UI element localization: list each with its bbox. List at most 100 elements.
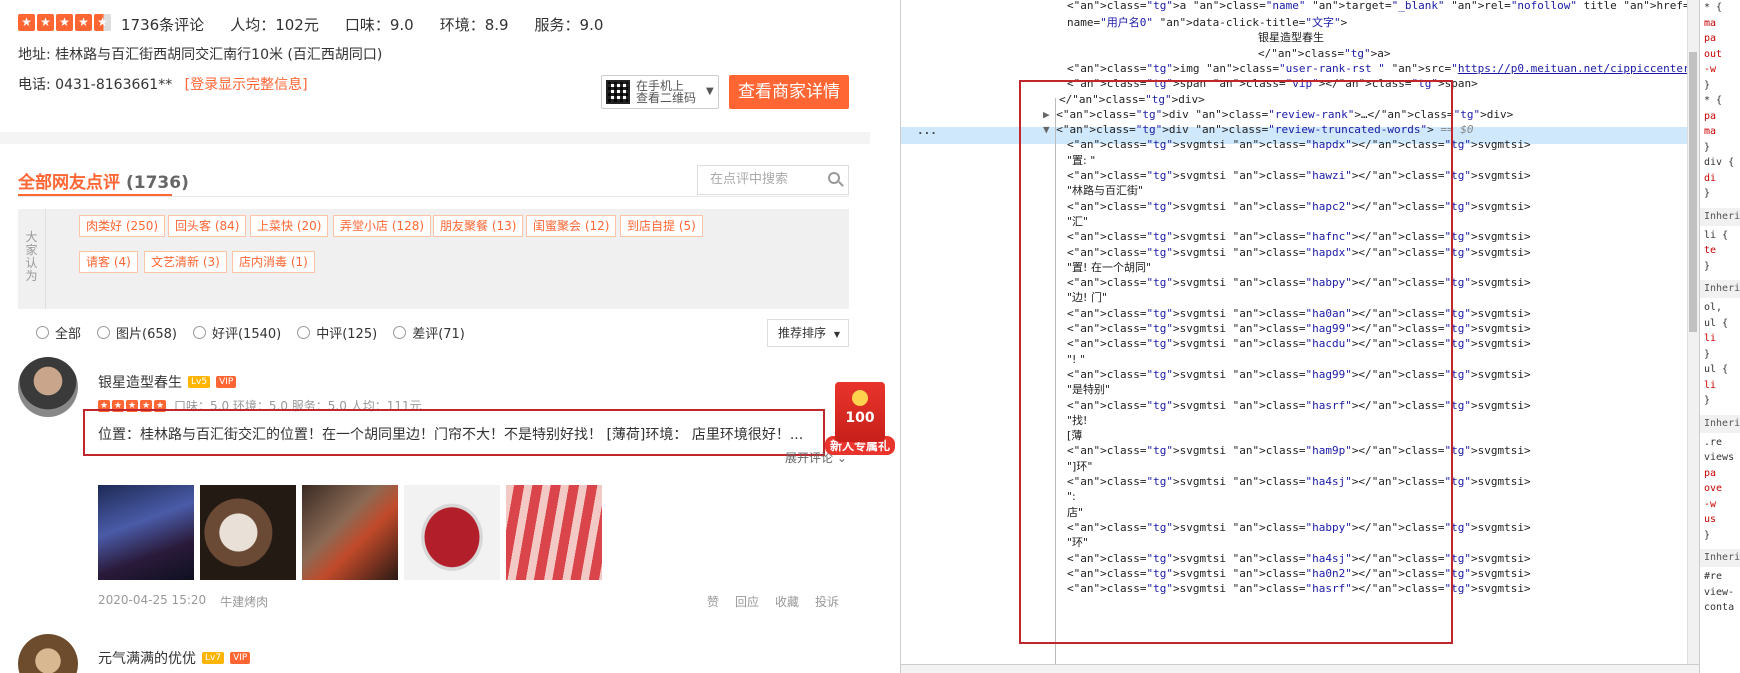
review-photo[interactable] <box>506 485 602 580</box>
style-rule-line[interactable]: .re <box>1704 437 1722 448</box>
review-user: 银星造型春生 Lv5 VIP <box>98 372 237 392</box>
radio-icon[interactable] <box>393 326 407 339</box>
review-photo[interactable] <box>404 485 500 580</box>
review-tag[interactable]: 文艺清新 (3) <box>144 251 227 273</box>
style-rule-line[interactable]: li <box>1704 333 1716 344</box>
scrollbar-thumb[interactable] <box>1689 52 1697 332</box>
reviews-divider <box>18 196 849 197</box>
review-shop-name[interactable]: 牛建烤肉 <box>220 593 268 610</box>
review-action[interactable]: 赞 <box>707 593 719 610</box>
style-rule-line[interactable]: } <box>1704 142 1710 153</box>
style-rule-line[interactable]: view- <box>1704 587 1734 598</box>
review-action[interactable]: 回应 <box>735 593 759 610</box>
review-tag[interactable]: 到店自提 (5) <box>620 215 703 237</box>
qr-code-icon <box>606 80 630 104</box>
style-rule-line[interactable]: pa <box>1704 33 1716 44</box>
style-rule-line[interactable]: di <box>1704 173 1716 184</box>
reviews-title-text: 全部网友点评 <box>18 173 120 193</box>
style-rule-line[interactable]: } <box>1704 395 1710 406</box>
style-rule-line[interactable]: ol, <box>1704 302 1722 313</box>
style-rule-line[interactable]: } <box>1704 349 1710 360</box>
style-rule-line[interactable]: out <box>1704 49 1722 60</box>
tag-side-label: 大家认为 <box>18 209 46 309</box>
style-rule-line[interactable]: ove <box>1704 483 1722 494</box>
user-name[interactable]: 银星造型春生 <box>98 372 182 392</box>
style-rule-line[interactable]: } <box>1704 261 1710 272</box>
horizontal-scrollbar[interactable] <box>901 664 1699 673</box>
qr-line2: 查看二维码 <box>636 91 697 105</box>
review-tag[interactable]: 肉类好 (250) <box>79 215 166 237</box>
filter-option[interactable]: 差评(71) <box>393 323 465 342</box>
promo-amount: 100 <box>845 410 875 426</box>
style-rule-line[interactable]: } <box>1704 530 1710 541</box>
sort-dropdown[interactable]: 推荐排序 ▼ <box>767 319 849 347</box>
review-tag[interactable]: 店内消毒 (1) <box>232 251 315 273</box>
review-photo[interactable] <box>200 485 296 580</box>
review-tag[interactable]: 回头客 (84) <box>168 215 247 237</box>
style-rule-line[interactable]: } <box>1704 80 1710 91</box>
search-icon[interactable] <box>828 172 840 184</box>
qr-label: 在手机上 查看二维码 <box>636 80 696 104</box>
style-rule-line[interactable]: ul { <box>1704 318 1728 329</box>
review-photo[interactable] <box>302 485 398 580</box>
radio-icon[interactable] <box>36 326 49 339</box>
style-rule-line[interactable]: #re <box>1704 571 1722 582</box>
more-icon[interactable]: ··· <box>917 127 937 140</box>
user-name[interactable]: 元气满满的优优 <box>98 648 196 668</box>
style-rule-line[interactable]: Inheri <box>1700 280 1740 298</box>
vip-badge: VIP <box>216 376 237 388</box>
style-rule-line[interactable]: pa <box>1704 111 1716 122</box>
shop-detail-button[interactable]: 查看商家详情 <box>729 75 849 109</box>
radio-icon[interactable] <box>297 326 311 339</box>
style-rule-line[interactable]: views <box>1704 452 1734 463</box>
style-rule-line[interactable]: * { <box>1704 95 1722 106</box>
filter-label: 全部 <box>55 327 82 342</box>
review-tag[interactable]: 朋友聚餐 (13) <box>433 215 524 237</box>
reviews-total: (1736) <box>126 173 189 193</box>
review-tag[interactable]: 上菜快 (20) <box>250 215 329 237</box>
style-rule-line[interactable]: -w <box>1704 64 1716 75</box>
filter-option[interactable]: 好评(1540) <box>192 323 281 342</box>
qr-code-button[interactable]: 在手机上 查看二维码 ▼ <box>601 75 719 109</box>
user-level-badge: Lv5 <box>188 376 211 388</box>
dom-node-line[interactable]: <"an">class="tg">a "an">class="name" "an… <box>1067 0 1740 14</box>
filter-option[interactable]: 全部 <box>36 323 81 342</box>
review-tag[interactable]: 请客 (4) <box>79 251 138 273</box>
style-rule-line[interactable]: * { <box>1704 2 1722 13</box>
style-rule-line[interactable]: conta <box>1704 602 1734 613</box>
review-count: 1736条评论 <box>121 16 205 34</box>
style-rule-line[interactable]: te <box>1704 245 1716 256</box>
filter-label: 差评(71) <box>412 327 465 342</box>
radio-icon[interactable] <box>97 326 111 339</box>
style-rule-line[interactable]: Inheri <box>1700 549 1740 567</box>
review-tag[interactable]: 闺蜜聚会 (12) <box>526 215 617 237</box>
new-user-gift-badge[interactable]: 100 新人专属礼 <box>825 382 895 458</box>
star-icon: ★ <box>56 14 73 31</box>
avatar[interactable] <box>18 634 78 673</box>
review-photo[interactable] <box>98 485 194 580</box>
filter-option[interactable]: 图片(658) <box>97 323 177 342</box>
style-rule-line[interactable]: div { <box>1704 157 1734 168</box>
reviews-title[interactable]: 全部网友点评 (1736) <box>18 168 189 193</box>
caret-down-icon: ▼ <box>706 86 714 97</box>
style-rule-line[interactable]: Inheri <box>1700 207 1740 226</box>
style-rule-line[interactable]: li { <box>1704 230 1728 241</box>
style-rule-line[interactable]: li <box>1704 380 1716 391</box>
review-tag[interactable]: 弄堂小店 (128) <box>333 215 432 237</box>
rating-stars: ★ ★ ★ ★ ★ 1736条评论 <box>18 14 204 35</box>
style-rule-line[interactable]: ma <box>1704 126 1716 137</box>
style-rule-line[interactable]: Inheri <box>1700 414 1740 433</box>
style-rule-line[interactable]: } <box>1704 188 1710 199</box>
filter-option[interactable]: 中评(125) <box>297 323 377 342</box>
review-action[interactable]: 投诉 <box>815 593 839 610</box>
review-action[interactable]: 收藏 <box>775 593 799 610</box>
review-search-input[interactable]: 在点评中搜索 <box>697 165 849 195</box>
style-rule-line[interactable]: us <box>1704 514 1716 525</box>
avatar[interactable] <box>18 357 78 417</box>
style-rule-line[interactable]: pa <box>1704 468 1716 479</box>
radio-icon[interactable] <box>192 326 206 339</box>
style-rule-line[interactable]: ul { <box>1704 364 1728 375</box>
style-rule-line[interactable]: -w <box>1704 499 1716 510</box>
login-link[interactable]: [登录显示完整信息] <box>185 77 308 93</box>
style-rule-line[interactable]: ma <box>1704 18 1716 29</box>
